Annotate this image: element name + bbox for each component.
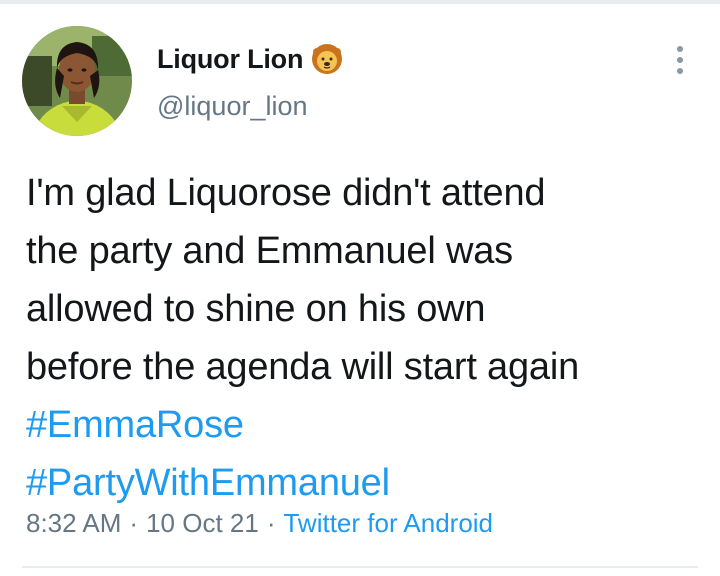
- more-options-button[interactable]: [664, 40, 696, 80]
- tweet-date[interactable]: 10 Oct 21: [146, 508, 259, 538]
- tweet-text-line: the party and Emmanuel was: [26, 230, 513, 272]
- tweet-source-link[interactable]: Twitter for Android: [283, 508, 493, 538]
- hashtag-link-partywithemmanuel[interactable]: #PartyWithEmmanuel: [26, 454, 706, 512]
- author-handle[interactable]: @liquor_lion: [157, 91, 308, 122]
- author-display-name[interactable]: Liquor Lion: [157, 44, 303, 75]
- top-divider: [0, 0, 720, 4]
- author-name-row[interactable]: Liquor Lion: [157, 42, 343, 76]
- tweet-text-line: I'm glad Liquorose didn't attend: [26, 172, 546, 214]
- tweet-meta: 8:32 AM · 10 Oct 21 · Twitter for Android: [26, 508, 493, 539]
- more-dot: [677, 68, 683, 74]
- hashtag-link-emmarose[interactable]: #EmmaRose: [26, 396, 706, 454]
- bottom-divider: [22, 566, 698, 568]
- tweet-text: I'm glad Liquorose didn't attend the par…: [26, 164, 706, 512]
- tweet-text-line: before the agenda will start again: [26, 346, 580, 388]
- meta-separator: ·: [129, 508, 139, 538]
- tweet-time[interactable]: 8:32 AM: [26, 508, 121, 538]
- avatar-image: [22, 26, 132, 136]
- lion-face-icon: [311, 43, 343, 75]
- more-vertical-icon: [677, 46, 683, 52]
- tweet-card: Liquor Lion @liquor_lion I'm glad Liquor…: [0, 0, 720, 576]
- more-dot: [677, 57, 683, 63]
- avatar[interactable]: [22, 26, 132, 136]
- meta-separator: ·: [266, 508, 276, 538]
- tweet-text-line: allowed to shine on his own: [26, 288, 486, 330]
